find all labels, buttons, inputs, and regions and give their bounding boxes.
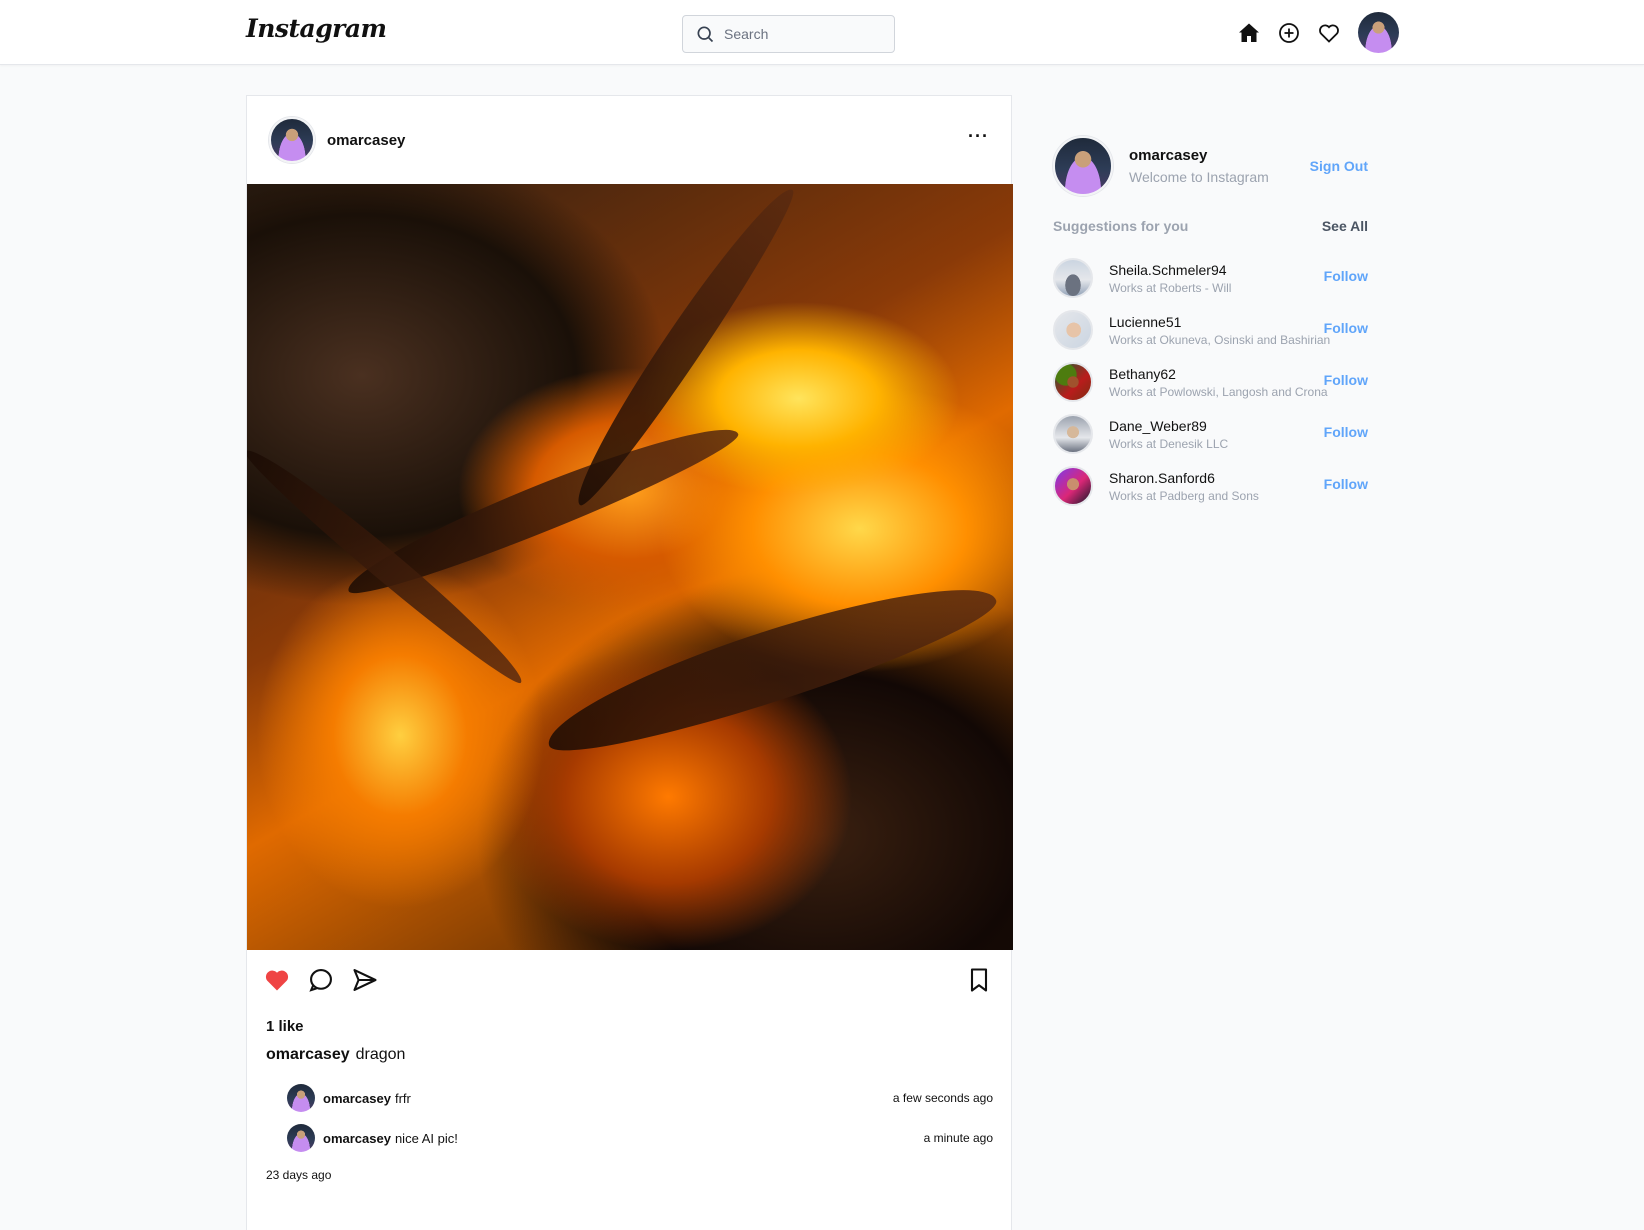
top-navbar: Instagram <box>0 0 1644 65</box>
post-date: 23 days ago <box>266 1168 332 1182</box>
suggestion-avatar[interactable] <box>1053 362 1093 402</box>
suggestion-username[interactable]: Sharon.Sanford6 <box>1109 470 1259 486</box>
suggestion-workplace: Works at Powlowski, Langosh and Crona <box>1109 384 1328 399</box>
suggestion-avatar[interactable] <box>1053 258 1093 298</box>
more-options-icon[interactable]: ··· <box>968 126 989 147</box>
current-user-avatar[interactable] <box>1053 136 1113 196</box>
comment-item: omarcasey frfr a few seconds ago <box>287 1084 993 1112</box>
comment-timestamp: a few seconds ago <box>892 1091 993 1105</box>
home-icon[interactable] <box>1236 20 1262 46</box>
follow-button[interactable]: Follow <box>1324 372 1368 388</box>
dragon-body-shape <box>536 560 1005 773</box>
post-caption: omarcasey dragon <box>266 1046 405 1064</box>
suggestions-title: Suggestions for you <box>1053 218 1189 234</box>
follow-button[interactable]: Follow <box>1324 320 1368 336</box>
post-card: omarcasey ··· 1 like omarcasey dragon oma… <box>246 95 1013 1230</box>
suggestions-list: Sheila.Schmeler94 Works at Roberts - Wil… <box>1053 252 1368 512</box>
suggestion-workplace: Works at Okuneva, Osinski and Bashirian <box>1109 332 1331 347</box>
suggestion-avatar[interactable] <box>1053 310 1093 350</box>
commenter-avatar[interactable] <box>287 1124 315 1152</box>
suggestion-username[interactable]: Bethany62 <box>1109 366 1328 382</box>
comment-username[interactable]: omarcasey <box>323 1091 391 1106</box>
suggestion-item: Sheila.Schmeler94 Works at Roberts - Wil… <box>1053 252 1368 304</box>
comment-icon[interactable] <box>307 966 335 994</box>
suggestion-item: Lucienne51 Works at Okuneva, Osinski and… <box>1053 304 1368 356</box>
sign-out-button[interactable]: Sign Out <box>1310 158 1368 174</box>
see-all-button[interactable]: See All <box>1322 218 1368 234</box>
comment-text: frfr <box>394 1090 411 1106</box>
suggestion-avatar[interactable] <box>1053 466 1093 506</box>
suggestion-username[interactable]: Lucienne51 <box>1109 314 1330 330</box>
suggestion-username[interactable]: Dane_Weber89 <box>1109 418 1228 434</box>
suggestion-avatar[interactable] <box>1053 414 1093 454</box>
profile-avatar[interactable] <box>1358 12 1399 53</box>
post-image <box>247 184 1013 950</box>
suggestion-workplace: Works at Denesik LLC <box>1109 436 1229 451</box>
search-input[interactable] <box>724 26 884 42</box>
nav-icons <box>1236 12 1399 53</box>
search-icon <box>697 26 714 43</box>
suggestions-header: Suggestions for you See All <box>1053 218 1368 234</box>
instagram-logo[interactable]: Instagram <box>246 14 387 43</box>
dragon-wing-shape <box>247 437 533 692</box>
sidebar: omarcasey Welcome to Instagram Sign Out … <box>1053 134 1368 512</box>
suggestion-workplace: Works at Roberts - Will <box>1109 280 1232 295</box>
suggestion-workplace: Works at Padberg and Sons <box>1109 488 1259 503</box>
like-heart-icon[interactable] <box>263 966 291 994</box>
follow-button[interactable]: Follow <box>1324 424 1368 440</box>
post-author-username[interactable]: omarcasey <box>327 132 405 149</box>
share-icon[interactable] <box>351 966 379 994</box>
caption-username[interactable]: omarcasey <box>266 1046 350 1063</box>
search-box[interactable] <box>682 15 895 53</box>
likes-count[interactable]: 1 like <box>266 1018 304 1035</box>
post-header: omarcasey ··· <box>247 96 1011 184</box>
comment-timestamp: a minute ago <box>923 1131 993 1145</box>
suggestion-item: Dane_Weber89 Works at Denesik LLC Follow <box>1053 408 1368 460</box>
post-actions <box>247 950 1011 1016</box>
suggestion-username[interactable]: Sheila.Schmeler94 <box>1109 262 1231 278</box>
current-user: omarcasey Welcome to Instagram Sign Out <box>1053 134 1368 198</box>
add-post-icon[interactable] <box>1276 20 1302 46</box>
current-user-username[interactable]: omarcasey <box>1129 147 1269 164</box>
comment-item: omarcasey nice AI pic! a minute ago <box>287 1124 993 1152</box>
suggestion-item: Bethany62 Works at Powlowski, Langosh an… <box>1053 356 1368 408</box>
heart-icon[interactable] <box>1316 20 1342 46</box>
commenter-avatar[interactable] <box>287 1084 315 1112</box>
welcome-text: Welcome to Instagram <box>1129 169 1269 185</box>
post-author-avatar[interactable] <box>269 117 315 163</box>
follow-button[interactable]: Follow <box>1324 268 1368 284</box>
suggestion-item: Sharon.Sanford6 Works at Padberg and Son… <box>1053 460 1368 512</box>
comment-text: nice AI pic! <box>394 1130 458 1146</box>
caption-text: dragon <box>355 1046 406 1063</box>
bookmark-icon[interactable] <box>965 966 993 994</box>
follow-button[interactable]: Follow <box>1324 476 1368 492</box>
comment-username[interactable]: omarcasey <box>323 1131 391 1146</box>
